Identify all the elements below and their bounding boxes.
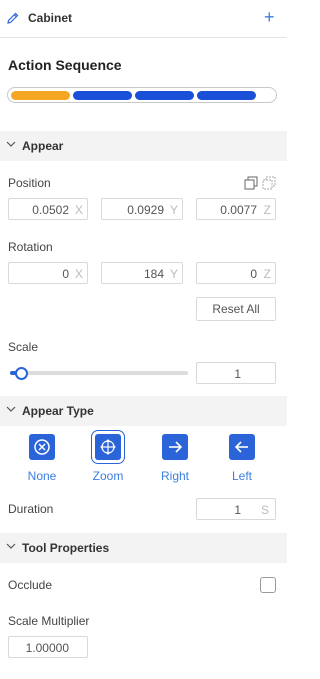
object-title: Cabinet bbox=[28, 11, 73, 25]
rotation-y-input[interactable]: 184 Y bbox=[101, 262, 183, 284]
plus-icon[interactable]: + bbox=[264, 7, 275, 27]
rotation-label: Rotation bbox=[8, 240, 53, 254]
scale-label: Scale bbox=[8, 340, 39, 354]
rotation-x-input[interactable]: 0 X bbox=[8, 262, 88, 284]
sequence-segment-4[interactable] bbox=[197, 91, 256, 100]
duration-value: 1 bbox=[234, 503, 241, 517]
scale-slider-track[interactable] bbox=[10, 371, 188, 375]
pencil-icon[interactable] bbox=[6, 11, 20, 25]
appear-type-right-label: Right bbox=[160, 469, 189, 483]
appear-type-zoom[interactable]: Zoom bbox=[78, 430, 138, 483]
appear-section-label: Appear bbox=[22, 139, 64, 153]
chevron-down-icon bbox=[6, 406, 16, 412]
panel-header: Cabinet + bbox=[0, 0, 287, 38]
duration-input[interactable]: 1 S bbox=[196, 498, 276, 520]
axis-z-label: Z bbox=[263, 267, 271, 281]
action-sequence-bar bbox=[7, 87, 277, 103]
scale-value: 1 bbox=[234, 367, 241, 381]
scale-multiplier-value: 1.00000 bbox=[25, 641, 69, 655]
tool-properties-section-header[interactable]: Tool Properties bbox=[0, 533, 287, 563]
action-sequence-title: Action Sequence bbox=[8, 57, 122, 73]
occlude-checkbox[interactable] bbox=[260, 577, 276, 593]
appear-type-zoom-label: Zoom bbox=[92, 469, 124, 483]
arrow-left-icon bbox=[229, 434, 255, 460]
reset-all-button[interactable]: Reset All bbox=[196, 297, 276, 321]
paste-icon[interactable] bbox=[262, 176, 276, 190]
position-z-input[interactable]: 0.0077 Z bbox=[196, 198, 276, 220]
duration-unit: S bbox=[260, 503, 269, 517]
copy-icon[interactable] bbox=[244, 176, 258, 190]
position-y-input[interactable]: 0.0929 Y bbox=[101, 198, 183, 220]
rotation-z-input[interactable]: 0 Z bbox=[196, 262, 276, 284]
rotation-z-value: 0 bbox=[250, 267, 257, 281]
axis-x-label: X bbox=[74, 203, 83, 217]
position-z-value: 0.0077 bbox=[220, 203, 257, 217]
duration-label: Duration bbox=[8, 502, 54, 516]
scale-slider-thumb[interactable] bbox=[14, 367, 28, 380]
sequence-segment-2[interactable] bbox=[73, 91, 132, 100]
occlude-label: Occlude bbox=[8, 578, 53, 592]
move-arrows-icon bbox=[91, 430, 125, 464]
axis-y-label: Y bbox=[169, 267, 178, 281]
arrow-right-icon bbox=[162, 434, 188, 460]
sequence-segment-3[interactable] bbox=[135, 91, 194, 100]
position-label: Position bbox=[8, 176, 51, 190]
position-y-value: 0.0929 bbox=[127, 203, 164, 217]
tool-properties-section-label: Tool Properties bbox=[22, 541, 110, 555]
scale-multiplier-input[interactable]: 1.00000 bbox=[8, 636, 88, 658]
circle-x-icon bbox=[29, 434, 55, 460]
appear-type-left[interactable]: Left bbox=[212, 434, 272, 483]
axis-y-label: Y bbox=[169, 203, 178, 217]
chevron-down-icon bbox=[6, 543, 16, 549]
appear-type-none[interactable]: None bbox=[12, 434, 72, 483]
scale-multiplier-label: Scale Multiplier bbox=[8, 614, 90, 628]
rotation-y-value: 184 bbox=[143, 267, 164, 281]
position-x-input[interactable]: 0.0502 X bbox=[8, 198, 88, 220]
chevron-down-icon bbox=[6, 141, 16, 147]
scale-input[interactable]: 1 bbox=[196, 362, 276, 384]
appear-type-none-label: None bbox=[27, 469, 57, 483]
appear-section-header[interactable]: Appear bbox=[0, 131, 287, 161]
appear-type-section-header[interactable]: Appear Type bbox=[0, 396, 287, 426]
appear-type-left-label: Left bbox=[231, 469, 252, 483]
position-x-value: 0.0502 bbox=[32, 203, 69, 217]
rotation-x-value: 0 bbox=[62, 267, 69, 281]
appear-type-right[interactable]: Right bbox=[145, 434, 205, 483]
axis-z-label: Z bbox=[263, 203, 271, 217]
axis-x-label: X bbox=[74, 267, 83, 281]
sequence-segment-1[interactable] bbox=[11, 91, 70, 100]
appear-type-section-label: Appear Type bbox=[22, 404, 94, 418]
